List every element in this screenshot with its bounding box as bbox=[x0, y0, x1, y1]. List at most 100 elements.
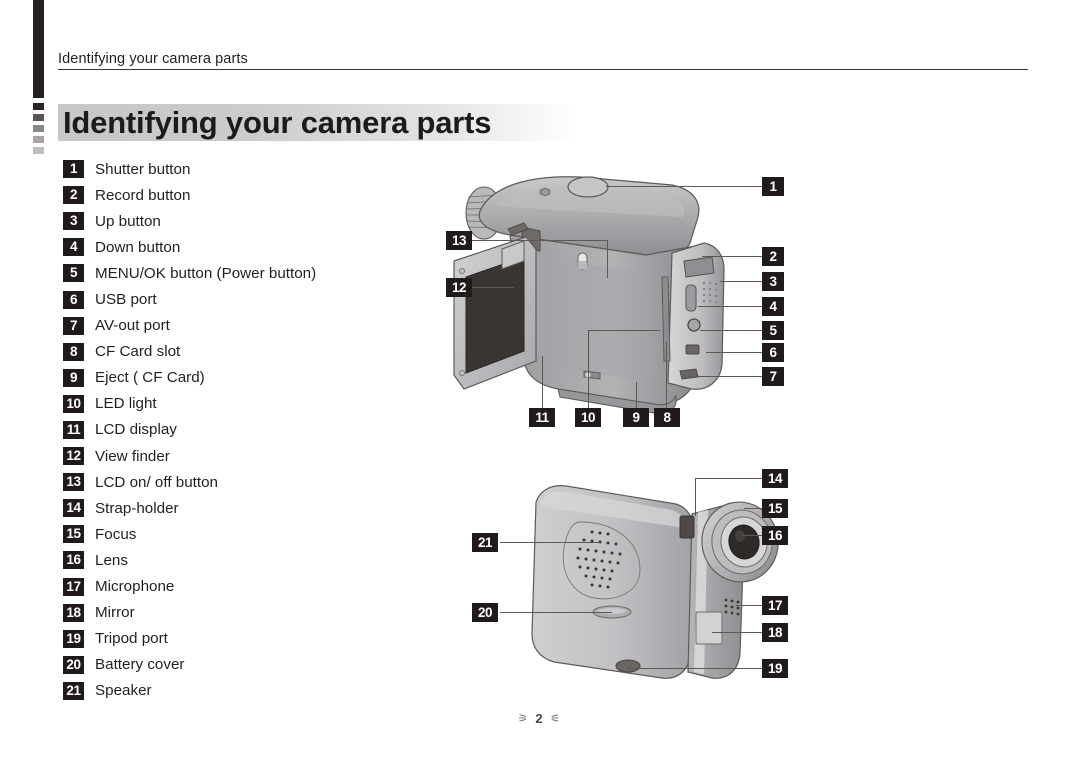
leader-14b bbox=[695, 478, 762, 480]
leader-4 bbox=[698, 306, 762, 308]
figures-area: 1 2 3 4 5 6 7 8 9 10 11 12 13 14 15 16 1… bbox=[420, 160, 1080, 720]
part-label: AV-out port bbox=[95, 317, 170, 335]
callout-20: 20 bbox=[472, 603, 498, 622]
led-light bbox=[577, 252, 588, 270]
part-row: 18 Mirror bbox=[63, 600, 423, 626]
leader-8 bbox=[666, 342, 668, 408]
callout-9: 9 bbox=[623, 408, 649, 427]
leader-10b bbox=[588, 330, 660, 332]
leader-13b bbox=[607, 240, 609, 278]
leader-15 bbox=[744, 508, 762, 510]
top-small-button bbox=[539, 188, 551, 196]
part-row: 13 LCD on/ off button bbox=[63, 469, 423, 495]
part-row: 6 USB port bbox=[63, 286, 423, 312]
up-down-rocker bbox=[685, 284, 697, 312]
part-number-badge: 15 bbox=[63, 525, 84, 544]
parts-list: 1 Shutter button 2 Record button 3 Up button 4… bbox=[63, 156, 423, 704]
callout-12: 12 bbox=[446, 278, 472, 297]
part-label: Eject ( CF Card) bbox=[95, 369, 205, 387]
leader-7 bbox=[688, 376, 762, 378]
part-label: Focus bbox=[95, 525, 137, 543]
margin-dot-gradient bbox=[33, 103, 44, 158]
lcd-screw bbox=[458, 268, 465, 275]
microphone bbox=[724, 598, 740, 616]
leader-10 bbox=[588, 330, 590, 408]
camera-rear-illustration bbox=[453, 176, 725, 414]
leader-14 bbox=[695, 478, 697, 516]
running-head-text: Identifying your camera parts bbox=[58, 51, 248, 67]
part-number-badge: 19 bbox=[63, 629, 84, 648]
part-row: 15 Focus bbox=[63, 521, 423, 547]
running-head: Identifying your camera parts bbox=[58, 51, 1028, 70]
part-number-badge: 1 bbox=[63, 160, 84, 179]
margin-dot bbox=[33, 147, 44, 154]
part-label: View finder bbox=[95, 447, 170, 465]
lcd-screw bbox=[458, 369, 465, 376]
mirror bbox=[695, 611, 723, 645]
callout-15: 15 bbox=[762, 499, 788, 518]
callout-17: 17 bbox=[762, 596, 788, 615]
part-row: 17 Microphone bbox=[63, 574, 423, 600]
callout-6: 6 bbox=[762, 343, 784, 362]
margin-dot bbox=[33, 103, 44, 110]
part-number-badge: 16 bbox=[63, 551, 84, 570]
callout-8: 8 bbox=[654, 408, 680, 427]
part-number-badge: 6 bbox=[63, 290, 84, 309]
page-title-text: Identifying your camera parts bbox=[63, 105, 492, 140]
part-label: Up button bbox=[95, 212, 161, 230]
av-out-port bbox=[679, 368, 699, 380]
leader-17 bbox=[736, 605, 762, 607]
part-row: 10 LED light bbox=[63, 391, 423, 417]
callout-4: 4 bbox=[762, 297, 784, 316]
strap-holder bbox=[679, 515, 695, 539]
margin-dot bbox=[33, 136, 44, 143]
page-title: Identifying your camera parts bbox=[58, 104, 578, 141]
part-number-badge: 9 bbox=[63, 368, 84, 387]
callout-19: 19 bbox=[762, 659, 788, 678]
running-head-rule bbox=[58, 69, 1028, 70]
part-row: 9 Eject ( CF Card) bbox=[63, 365, 423, 391]
part-number-badge: 12 bbox=[63, 447, 84, 466]
part-label: LCD on/ off button bbox=[95, 473, 218, 491]
callout-13: 13 bbox=[446, 231, 472, 250]
leader-13 bbox=[472, 240, 608, 242]
part-label: LCD display bbox=[95, 421, 177, 439]
part-label: Tripod port bbox=[95, 630, 168, 648]
callout-18: 18 bbox=[762, 623, 788, 642]
part-label: Record button bbox=[95, 186, 191, 204]
part-label: Microphone bbox=[95, 578, 175, 596]
record-button bbox=[683, 256, 715, 278]
callout-7: 7 bbox=[762, 367, 784, 386]
part-label: Speaker bbox=[95, 682, 152, 700]
part-number-badge: 21 bbox=[63, 681, 84, 700]
callout-3: 3 bbox=[762, 272, 784, 291]
callout-2: 2 bbox=[762, 247, 784, 266]
part-label: Mirror bbox=[95, 604, 135, 622]
part-number-badge: 17 bbox=[63, 577, 84, 596]
part-number-badge: 11 bbox=[63, 420, 84, 439]
part-label: Shutter button bbox=[95, 160, 191, 178]
part-number-badge: 10 bbox=[63, 394, 84, 413]
part-label: Strap-holder bbox=[95, 499, 179, 517]
part-row: 14 Strap-holder bbox=[63, 495, 423, 521]
part-number-badge: 7 bbox=[63, 316, 84, 335]
part-row: 3 Up button bbox=[63, 208, 423, 234]
part-row: 11 LCD display bbox=[63, 417, 423, 443]
camera-front-illustration bbox=[531, 485, 779, 679]
callout-21: 21 bbox=[472, 533, 498, 552]
part-row: 12 View finder bbox=[63, 443, 423, 469]
callout-16: 16 bbox=[762, 526, 788, 545]
part-label: MENU/OK button (Power button) bbox=[95, 264, 317, 282]
folio: ⚞ 2 ⚟ bbox=[518, 711, 562, 726]
margin-dot bbox=[33, 125, 44, 132]
margin-dot bbox=[33, 114, 44, 121]
leader-16 bbox=[742, 535, 762, 537]
callout-14: 14 bbox=[762, 469, 788, 488]
shutter-button bbox=[567, 176, 609, 198]
part-row: 16 Lens bbox=[63, 547, 423, 573]
callout-10: 10 bbox=[575, 408, 601, 427]
leader-2 bbox=[702, 256, 762, 258]
margin-rule bbox=[33, 0, 44, 98]
page-footer: ⚞ 2 ⚟ bbox=[0, 710, 1080, 728]
leader-6 bbox=[706, 352, 762, 354]
